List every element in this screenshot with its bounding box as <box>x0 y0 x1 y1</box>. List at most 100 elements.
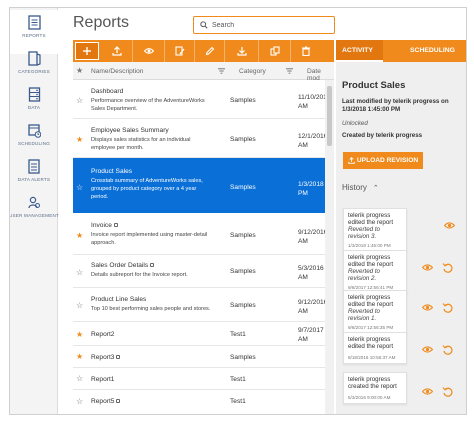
star-column-icon[interactable]: ★ <box>76 66 83 75</box>
revert-icon[interactable] <box>442 262 453 273</box>
last-modified-label: Last modified by <box>342 98 392 105</box>
report-category: Samples <box>230 232 256 239</box>
delete-button[interactable] <box>291 40 321 62</box>
add-icon <box>83 47 91 55</box>
report-description: Top 10 best performing sales people and … <box>91 306 211 312</box>
delete-icon <box>302 46 310 56</box>
report-category: Test1 <box>230 331 246 338</box>
report-date: 9/12/2016 AM <box>298 299 328 315</box>
sidebar-item-label: REPORTS <box>22 33 46 38</box>
edit-definition-icon <box>174 46 185 56</box>
sidebar-item-user-management[interactable]: USER MANAGEMENT <box>9 190 59 234</box>
report-name: Dashboard <box>91 88 124 95</box>
history-text: telerik progress edited the report <box>348 294 394 308</box>
scheduling-icon <box>27 124 41 138</box>
view-icon <box>143 48 154 54</box>
history-header[interactable]: History ⌃ <box>342 183 379 192</box>
table-row-selected[interactable]: ☆ Product Sales Crosstab summary of Adve… <box>73 158 325 213</box>
history-label: History <box>342 183 367 192</box>
user-management-icon <box>27 196 40 209</box>
upload-icon <box>111 46 122 56</box>
upload-revision-label: UPLOAD REVISION <box>356 157 419 164</box>
report-name: Invoice <box>91 222 112 229</box>
report-name: Report3 <box>91 354 115 361</box>
filter-icon[interactable] <box>286 68 293 74</box>
edit-definition-button[interactable] <box>165 40 195 62</box>
view-icon[interactable] <box>422 344 433 355</box>
table-row[interactable]: ★ Report3 Samples <box>73 346 325 368</box>
grid-scrollbar[interactable] <box>325 80 334 414</box>
view-icon[interactable] <box>422 302 433 313</box>
history-text: telerik progress edited the report <box>348 336 394 350</box>
last-modified: Last modified by telerik progress on 1/3… <box>342 98 466 114</box>
report-name: Employee Sales Summary <box>91 127 169 134</box>
star-outline-icon[interactable]: ☆ <box>76 184 83 192</box>
column-header-name[interactable]: Name/Description <box>91 68 143 75</box>
table-row[interactable]: ★ Employee Sales Summary Displays sales … <box>73 119 327 158</box>
star-filled-icon[interactable]: ★ <box>76 353 83 361</box>
star-outline-icon[interactable]: ☆ <box>76 97 83 105</box>
history-card: telerik progress edited the report Rever… <box>343 290 407 334</box>
upload-button[interactable] <box>101 40 133 62</box>
history-card: telerik progress edited the report 8/18/… <box>343 332 407 364</box>
report-description: Performance overview of the AdventureWor… <box>91 98 205 112</box>
history-detail: Reverted to revision 3. <box>348 226 380 240</box>
view-icon[interactable] <box>422 386 433 397</box>
report-name: Report5 <box>91 398 115 405</box>
filter-icon[interactable] <box>218 68 225 74</box>
report-description: Displays sales statistics for an individ… <box>91 137 191 151</box>
report-name: Sales Order Details <box>91 262 149 269</box>
download-button[interactable] <box>225 40 259 62</box>
revert-icon[interactable] <box>442 344 453 355</box>
panel-tabs: ACTIVITY SCHEDULING <box>336 40 466 62</box>
search-box[interactable] <box>193 16 335 34</box>
upload-revision-button[interactable]: UPLOAD REVISION <box>343 152 423 169</box>
scrollbar-thumb[interactable] <box>327 86 332 146</box>
chevron-up-icon: ⌃ <box>372 185 379 192</box>
star-filled-icon[interactable]: ★ <box>76 136 83 144</box>
star-filled-icon[interactable]: ★ <box>76 232 83 240</box>
add-button[interactable] <box>75 42 99 60</box>
history-timestamp: 8/18/2016 10:56:37 AM <box>348 355 396 360</box>
table-row[interactable]: ☆ Report5 Test1 <box>73 390 325 414</box>
sidebar-item-label: CATEGORIES <box>18 69 50 74</box>
report-category: Test1 <box>230 376 246 383</box>
report-name: Report2 <box>91 331 115 338</box>
history-timestamp: 5/3/2016 9:00:00 AM <box>348 395 391 400</box>
view-button[interactable] <box>133 40 165 62</box>
table-row[interactable]: ☆ Product Line Sales Top 10 best perform… <box>73 288 328 322</box>
table-row[interactable]: ☆ Dashboard Performance overview of the … <box>73 80 331 119</box>
report-description: Invoice report implemented using master-… <box>91 232 208 246</box>
edit-button[interactable] <box>195 40 225 62</box>
star-outline-icon[interactable]: ☆ <box>76 398 83 406</box>
revert-icon[interactable] <box>442 302 453 313</box>
table-row[interactable]: ★ Report2 Test1 9/7/2017 AM <box>73 322 325 346</box>
view-icon[interactable] <box>422 262 433 273</box>
report-category: Samples <box>230 354 256 361</box>
copy-button[interactable] <box>259 40 291 62</box>
report-category: Samples <box>230 184 256 191</box>
star-outline-icon[interactable]: ☆ <box>76 375 83 383</box>
revert-icon[interactable] <box>442 386 453 397</box>
report-name: Product Line Sales <box>91 296 147 303</box>
app-window: REPORTS CATEGORIES DATA SCHEDULING DATA … <box>9 7 467 415</box>
table-row[interactable]: ☆ Report1 Test1 <box>73 368 325 390</box>
sidebar-item-label: USER MANAGEMENT <box>9 213 59 218</box>
report-category: Samples <box>230 136 256 143</box>
history-text: telerik progress edited the report <box>348 254 394 268</box>
star-outline-icon[interactable]: ☆ <box>76 269 83 277</box>
edit-icon <box>205 46 214 56</box>
tab-activity[interactable]: ACTIVITY <box>336 40 383 62</box>
tab-scheduling[interactable]: SCHEDULING <box>410 40 455 62</box>
star-filled-icon[interactable]: ★ <box>76 331 83 339</box>
column-header-category[interactable]: Category <box>239 68 266 75</box>
search-input[interactable] <box>212 21 322 29</box>
star-outline-icon[interactable]: ☆ <box>76 302 83 310</box>
sidebar-item-label: SCHEDULING <box>17 141 51 146</box>
report-name: Report1 <box>91 376 115 383</box>
table-row[interactable]: ★ Invoice Invoice report implemented usi… <box>73 213 327 255</box>
view-icon[interactable] <box>444 220 455 231</box>
search-icon <box>200 21 208 29</box>
lock-icon <box>113 223 118 227</box>
table-row[interactable]: ☆ Sales Order Details Details subreport … <box>73 255 325 288</box>
